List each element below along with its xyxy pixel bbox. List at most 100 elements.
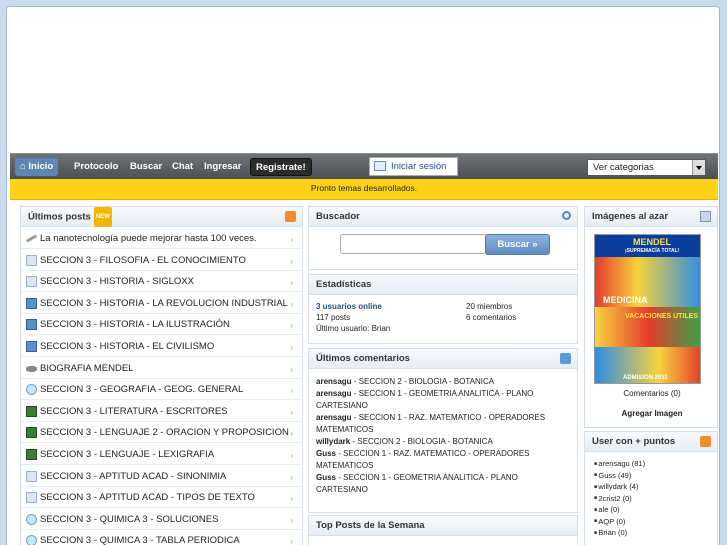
new-badge: NEW bbox=[93, 207, 112, 227]
top-users-panel: User con + puntos arensagu (81)Guss (49)… bbox=[584, 431, 718, 545]
post-title: SECCION 3 - LENGUAJE - LEXIGRAFIA bbox=[40, 449, 215, 460]
post-title: SECCION 3 - HISTORIA - EL CIVILISMO bbox=[40, 341, 215, 352]
image-icon bbox=[700, 211, 711, 222]
top-user-item[interactable]: Brian (0) bbox=[594, 527, 645, 539]
latest-posts-panel: Últimos posts NEW La nanotecnología puede… bbox=[20, 206, 303, 545]
computer-icon bbox=[26, 319, 37, 331]
post-list-item[interactable]: La nanotecnología puede mejorar hasta 10… bbox=[21, 228, 302, 249]
latest-comments-header: Últimos comentarios bbox=[309, 349, 577, 369]
chevron-right-icon: › bbox=[290, 407, 293, 417]
image-text-sub: ¡SUPREMACÍA TOTAL! bbox=[625, 248, 680, 254]
comment-user: Guss bbox=[316, 473, 337, 482]
top-posts-title: Top Posts de la Semana bbox=[316, 520, 425, 531]
comment-item[interactable]: willydark - SECCION 2 - BIOLOGIA - BOTAN… bbox=[316, 436, 571, 448]
random-image[interactable]: MENDEL ¡SUPREMACÍA TOTAL! MEDICINA VACAC… bbox=[594, 234, 701, 384]
post-title: SECCION 3 - HISTORIA - LA ILUSTRACIÓN bbox=[40, 319, 230, 331]
top-user-item[interactable]: willydark (4) bbox=[594, 481, 645, 493]
comments-list: arensagu - SECCION 2 - BIOLOGIA - BOTANI… bbox=[316, 376, 571, 496]
image-text-mid: MEDICINA bbox=[603, 295, 648, 305]
login-button[interactable]: Iniciar sesión bbox=[369, 157, 458, 176]
search-button[interactable]: Buscar » bbox=[485, 234, 550, 255]
post-list-item[interactable]: SECCION 3 - LENGUAJE 2 - ORACION Y PROPO… bbox=[21, 422, 302, 444]
post-list-item[interactable]: SECCION 3 - QUIMICA 3 - SOLUCIONES › bbox=[21, 509, 302, 530]
post-list-item[interactable]: SECCION 3 - QUIMICA 3 - TABLA PERIODICA › bbox=[21, 530, 302, 545]
post-list-item[interactable]: SECCION 3 - FILOSOFIA - EL CONOCIMIENTO › bbox=[21, 250, 302, 271]
post-title: BIOGRAFIA MENDEL bbox=[40, 362, 134, 374]
top-user-item[interactable]: arensagu (81) bbox=[594, 458, 645, 470]
latest-posts-header: Últimos posts NEW bbox=[21, 207, 302, 227]
comment-user: Guss bbox=[316, 449, 337, 458]
top-user-item[interactable]: ale (0) bbox=[594, 504, 645, 516]
post-title: SECCION 3 - QUIMICA 3 - TABLA PERIODICA bbox=[40, 535, 240, 545]
post-list-item[interactable]: SECCION 3 - GEOGRAFIA - GEOG. GENERAL › bbox=[21, 379, 302, 401]
image-text-top: MENDEL bbox=[633, 237, 671, 247]
stats-panel: Estadísticas 3 usuarios online 20 miembr… bbox=[308, 274, 578, 344]
latest-comments-panel: Últimos comentarios arensagu - SECCION 2… bbox=[308, 348, 578, 513]
post-title: SECCION 3 - LITERATURA - ESCRITORES bbox=[40, 405, 228, 417]
chevron-right-icon: › bbox=[290, 429, 293, 439]
chevron-right-icon: › bbox=[290, 364, 293, 374]
nav-buscar-link[interactable]: Buscar bbox=[130, 158, 162, 176]
search-panel: Buscador Buscar » bbox=[308, 206, 578, 270]
pen-icon bbox=[25, 234, 38, 243]
top-user-item[interactable]: Guss (49) bbox=[594, 470, 645, 482]
nav-protocolo-link[interactable]: Protocolo bbox=[74, 158, 118, 176]
computer-icon bbox=[26, 341, 37, 352]
nav-ingresar-link[interactable]: Ingresar bbox=[204, 158, 242, 176]
comment-user: arensagu bbox=[316, 413, 352, 422]
comment-item[interactable]: arensagu - SECCION 1 - GEOMETRIA ANALITI… bbox=[316, 388, 571, 412]
post-list-item[interactable]: SECCION 3 - LITERATURA - ESCRITORES › bbox=[21, 401, 302, 422]
post-list-item[interactable]: SECCION 3 - HISTORIA - EL CIVILISMO › bbox=[21, 336, 302, 357]
rss-icon[interactable] bbox=[285, 211, 296, 222]
top-user-item[interactable]: 2crist2 (0) bbox=[594, 493, 645, 505]
chevron-right-icon: › bbox=[290, 299, 293, 309]
image-text-low: VACACIONES UTILES bbox=[625, 313, 698, 320]
stats-header: Estadísticas bbox=[309, 275, 577, 295]
nav-chat-link[interactable]: Chat bbox=[172, 158, 193, 176]
post-title: SECCION 3 - FILOSOFIA - EL CONOCIMIENTO bbox=[40, 254, 246, 266]
category-icon bbox=[26, 254, 37, 266]
image-text-bottom: ADMISION 2011 bbox=[623, 375, 668, 381]
register-button[interactable]: Registrate! bbox=[250, 158, 312, 176]
chevron-right-icon: › bbox=[290, 278, 293, 288]
categories-select-value: Ver categorias bbox=[593, 162, 654, 173]
chevron-right-icon: › bbox=[290, 494, 293, 504]
nav-home-button[interactable]: ⌂ Inicio bbox=[15, 158, 59, 176]
chevron-right-icon: › bbox=[290, 235, 293, 244]
computer-icon bbox=[26, 297, 37, 309]
chat-icon bbox=[26, 384, 37, 396]
comment-post: - SECCION 2 - BIOLOGIA - BOTANICA bbox=[350, 437, 493, 446]
add-image-link[interactable]: Agregar Imagen bbox=[585, 409, 719, 418]
post-list-item[interactable]: SECCION 3 - APTITUD ACAD - SINONIMIA › bbox=[21, 466, 302, 487]
image-comments-link[interactable]: Comentarios (0) bbox=[585, 389, 719, 398]
chat-icon bbox=[26, 513, 37, 525]
comment-item[interactable]: arensagu - SECCION 2 - BIOLOGIA - BOTANI… bbox=[316, 376, 571, 388]
search-header: Buscador bbox=[309, 207, 577, 227]
post-list-item[interactable]: SECCION 3 - HISTORIA - LA ILUSTRACIÓN › bbox=[21, 314, 302, 336]
post-list-item[interactable]: SECCION 3 - LENGUAJE - LEXIGRAFIA › bbox=[21, 444, 302, 465]
rss-icon[interactable] bbox=[700, 436, 711, 447]
comment-post: - SECCION 1 - RAZ. MATEMATICO - OPERADOR… bbox=[316, 449, 530, 470]
comment-item[interactable]: Guss - SECCION 1 - GEOMETRIA ANALITICA -… bbox=[316, 472, 571, 496]
post-list-item[interactable]: BIOGRAFIA MENDEL › bbox=[21, 358, 302, 379]
comment-post: - SECCION 2 - BIOLOGIA - BOTANICA bbox=[351, 377, 495, 386]
top-user-item[interactable]: AQP (0) bbox=[594, 516, 645, 528]
post-title: SECCION 3 - HISTORIA - SIGLOXX bbox=[40, 276, 194, 288]
link-icon bbox=[26, 365, 37, 372]
top-navbar: ⌂ Inicio Protocolo Buscar Chat Ingresar … bbox=[10, 153, 718, 179]
post-title: SECCION 3 - APTITUD ACAD - SINONIMIA bbox=[40, 470, 227, 482]
comment-item[interactable]: arensagu - SECCION 1 - RAZ. MATEMATICO -… bbox=[316, 412, 571, 436]
comment-item[interactable]: Guss - SECCION 1 - RAZ. MATEMATICO - OPE… bbox=[316, 448, 571, 472]
chevron-down-icon bbox=[692, 160, 705, 175]
top-posts-panel: Top Posts de la Semana bbox=[308, 515, 578, 545]
post-list-item[interactable]: SECCION 3 - APTITUD ACAD - TIPOS DE TEXT… bbox=[21, 487, 302, 509]
post-list-item[interactable]: SECCION 3 - HISTORIA - LA REVOLUCION IND… bbox=[21, 293, 302, 314]
chevron-right-icon: › bbox=[290, 472, 293, 482]
refresh-icon[interactable] bbox=[560, 353, 571, 364]
comment-user: arensagu bbox=[316, 389, 352, 398]
search-title: Buscador bbox=[316, 211, 360, 222]
random-images-panel: Imágenes al azar MENDEL ¡SUPREMACÍA TOTA… bbox=[584, 206, 718, 428]
categories-select[interactable]: Ver categorias bbox=[587, 159, 706, 176]
post-list-item[interactable]: SECCION 3 - HISTORIA - SIGLOXX › bbox=[21, 271, 302, 293]
search-input[interactable] bbox=[340, 234, 487, 254]
